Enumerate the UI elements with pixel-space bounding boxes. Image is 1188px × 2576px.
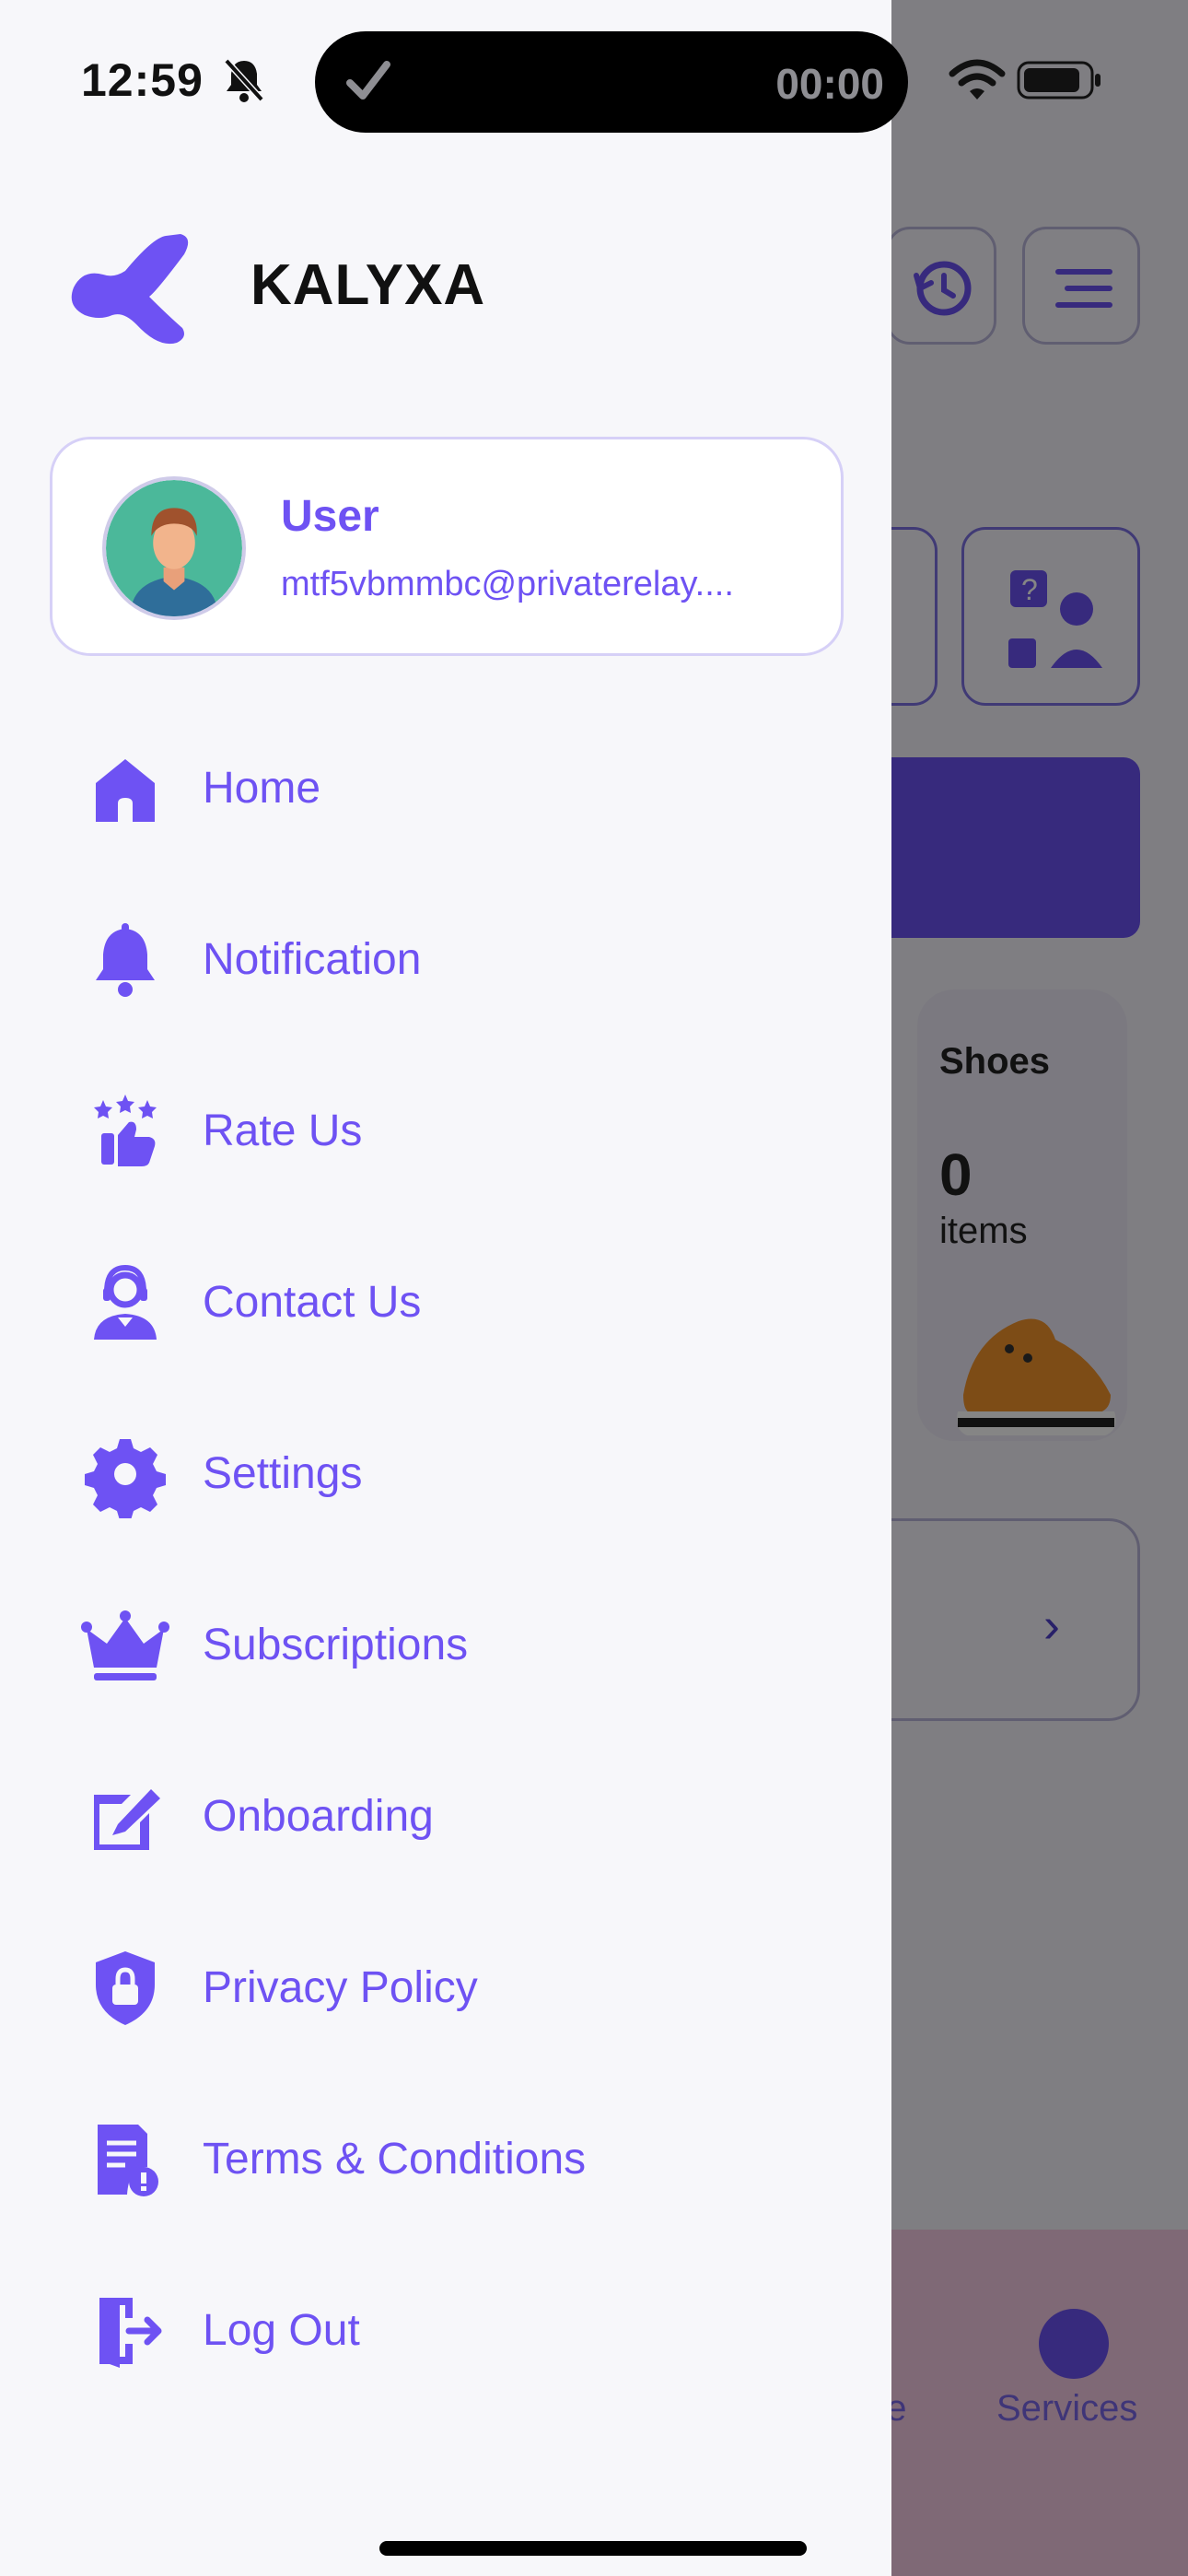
document-alert-icon [81, 2115, 169, 2204]
support-agent-icon [81, 1259, 169, 1347]
menu-item-contact-us[interactable]: Contact Us [0, 1225, 891, 1364]
live-activity-timer: 00:00 [775, 60, 884, 108]
crown-icon [81, 1601, 169, 1690]
user-email: mtf5vbmmbc@privaterelay.... [281, 565, 734, 603]
kalyxa-logo [71, 234, 189, 345]
menu-label-log-out: Log Out [203, 2306, 360, 2355]
menu-item-notification[interactable]: Notification [0, 883, 891, 1021]
menu-item-terms[interactable]: Terms & Conditions [0, 2082, 891, 2220]
menu-label-home: Home [203, 764, 321, 813]
status-time: 12:59 [81, 54, 204, 106]
menu-item-privacy-policy[interactable]: Privacy Policy [0, 1911, 891, 2049]
menu-label-subscriptions: Subscriptions [203, 1621, 469, 1669]
silent-mode-icon [224, 58, 264, 102]
avatar [102, 476, 246, 620]
rate-thumbs-up-icon [81, 1087, 169, 1176]
menu-label-contact-us: Contact Us [203, 1278, 422, 1327]
menu-label-rate-us: Rate Us [203, 1107, 363, 1155]
menu-label-notification: Notification [203, 935, 422, 984]
home-icon [81, 744, 169, 833]
menu-item-settings[interactable]: Settings [0, 1397, 891, 1535]
menu-item-home[interactable]: Home [0, 711, 891, 849]
app-screen: ? Shoes 0 items › ge Services [0, 0, 1188, 2576]
gear-icon [81, 1430, 169, 1520]
logout-icon [81, 2287, 169, 2375]
menu-label-settings: Settings [203, 1449, 363, 1498]
wifi-icon [949, 59, 1006, 100]
menu-label-terms: Terms & Conditions [203, 2135, 587, 2184]
bell-icon [81, 916, 169, 1004]
profile-card[interactable]: User mtf5vbmmbc@privaterelay.... [50, 437, 844, 656]
user-name: User [281, 492, 379, 541]
brand-name: KALYXA [250, 253, 486, 317]
menu-label-onboarding: Onboarding [203, 1792, 434, 1841]
menu-item-subscriptions[interactable]: Subscriptions [0, 1568, 891, 1706]
menu-label-privacy-policy: Privacy Policy [203, 1963, 478, 2012]
edit-icon [81, 1773, 169, 1861]
user-avatar-icon [106, 480, 242, 616]
shield-lock-icon [81, 1944, 169, 2032]
menu-item-rate-us[interactable]: Rate Us [0, 1054, 891, 1192]
menu-item-onboarding[interactable]: Onboarding [0, 1739, 891, 1878]
home-indicator[interactable] [379, 2541, 807, 2556]
menu-item-log-out[interactable]: Log Out [0, 2254, 891, 2392]
dynamic-island[interactable]: 00:00 [315, 31, 908, 133]
battery-icon [1017, 61, 1101, 100]
checkmark-icon [346, 61, 390, 100]
